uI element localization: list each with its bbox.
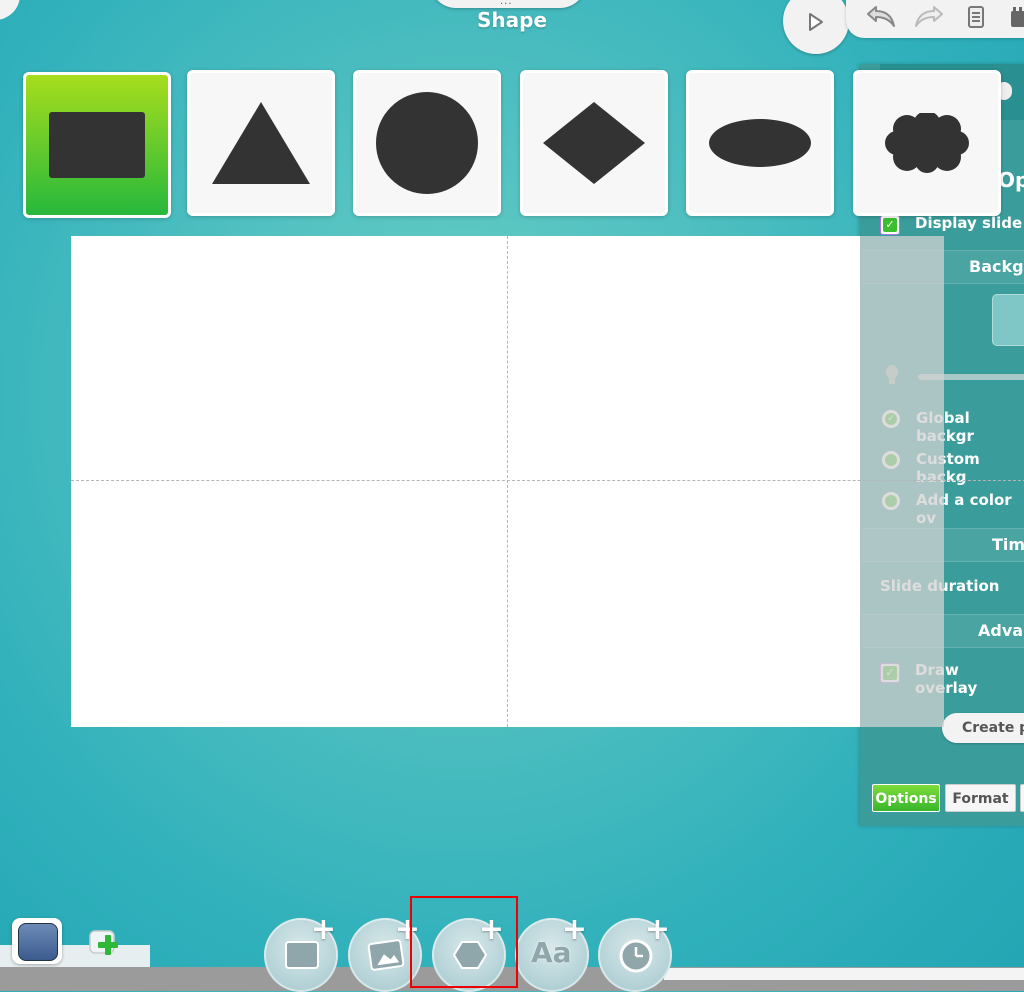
add-clock-button[interactable]: + [598, 912, 672, 992]
shape-triangle[interactable] [187, 70, 335, 216]
plus-icon: + [561, 912, 587, 947]
tab-format[interactable]: Format [945, 784, 1016, 812]
timing-header-label: Timi [992, 535, 1024, 554]
shape-diamond[interactable] [520, 70, 668, 216]
background-header-label: Backgr [969, 257, 1024, 276]
shape-cloud[interactable] [853, 70, 1001, 216]
slide-canvas[interactable] [71, 236, 860, 727]
vertical-guide [507, 236, 508, 727]
triangle-icon [212, 102, 310, 184]
shape-rectangle[interactable] [23, 72, 171, 218]
add-text-button[interactable]: Aa + [515, 912, 589, 992]
drag-handle[interactable]: ... [500, 0, 513, 7]
play-icon [809, 13, 823, 31]
redo-icon[interactable] [912, 4, 946, 30]
page-title: Shape [476, 8, 548, 32]
cloud-icon [885, 113, 969, 173]
check-icon: ✓ [883, 218, 897, 232]
tab-options[interactable]: Options [872, 784, 940, 812]
background-color-swatch[interactable] [992, 294, 1024, 346]
slide-thumbnail-preview [18, 923, 58, 961]
diamond-icon [543, 102, 645, 184]
plus-icon: + [644, 912, 670, 947]
slide-thumbnail[interactable] [12, 918, 62, 964]
display-slide-checkbox[interactable]: ✓ [880, 215, 900, 235]
display-slide-label: Display slide [915, 214, 1023, 232]
tab-more[interactable] [1020, 784, 1024, 812]
timeline-track[interactable] [664, 968, 1024, 980]
circle-icon [376, 92, 478, 194]
shape-circle[interactable] [353, 70, 501, 216]
top-left-corner-button[interactable] [0, 0, 20, 20]
add-slide-icon[interactable] [88, 927, 122, 957]
panel-title: Opti [998, 168, 1024, 192]
shape-ellipse[interactable] [686, 70, 834, 216]
panel-overlay [860, 236, 944, 727]
undo-icon[interactable] [864, 4, 898, 30]
notes-icon[interactable] [968, 6, 984, 28]
horizontal-guide [71, 480, 1024, 481]
play-button[interactable] [783, 0, 849, 54]
ellipse-icon [709, 119, 811, 167]
highlight-box [410, 896, 518, 988]
tray-icon[interactable] [1010, 6, 1024, 28]
rectangle-icon [49, 112, 145, 178]
create-button[interactable]: Create pl [942, 713, 1024, 743]
top-toolbar [846, 0, 1024, 38]
add-frame-button[interactable]: + [264, 912, 338, 992]
advanced-header-label: Advar [978, 621, 1024, 640]
plus-icon: + [310, 912, 336, 947]
